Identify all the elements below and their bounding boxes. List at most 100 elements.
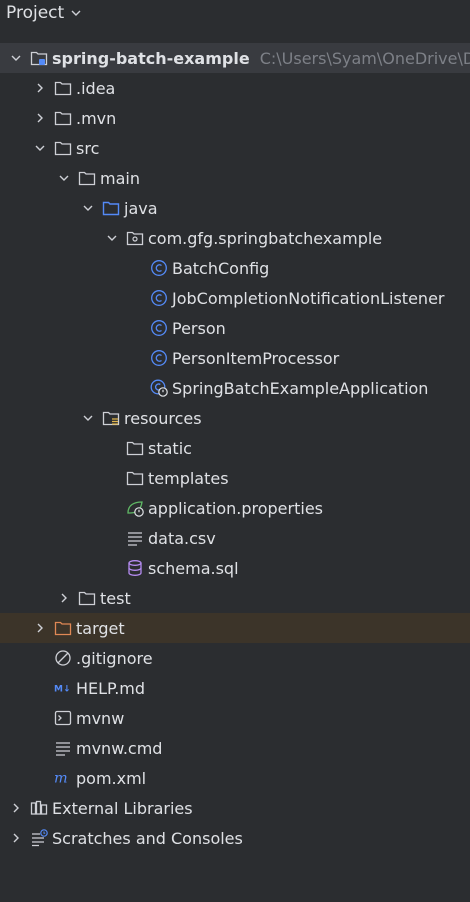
tree-node-person[interactable]: Person xyxy=(0,313,470,343)
tree-node-label: HELP.md xyxy=(76,678,146,698)
tree-node-help-md[interactable]: M↓ HELP.md xyxy=(0,673,470,703)
tree-node-external-libraries[interactable]: External Libraries xyxy=(0,793,470,823)
tree-node-label: mvnw.cmd xyxy=(76,738,163,758)
tree-node-static[interactable]: static xyxy=(0,433,470,463)
tree-node-application-properties[interactable]: application.properties xyxy=(0,493,470,523)
tree-node-java[interactable]: java xyxy=(0,193,470,223)
tree-node-batchconfig[interactable]: BatchConfig xyxy=(0,253,470,283)
tree-node-idea[interactable]: .idea xyxy=(0,73,470,103)
project-path: C:\Users\Syam\OneDrive\De xyxy=(259,48,470,68)
tree-node-label: mvnw xyxy=(76,708,125,728)
folder-icon xyxy=(54,139,72,157)
database-icon xyxy=(126,559,144,577)
tree-node-label: BatchConfig xyxy=(172,258,270,278)
tree-node-src[interactable]: src xyxy=(0,133,470,163)
text-file-icon xyxy=(54,739,72,757)
tree-node-scratches[interactable]: Scratches and Consoles xyxy=(0,823,470,853)
tree-node-label: .gitignore xyxy=(76,648,153,668)
tree-node-label: Person xyxy=(172,318,226,338)
class-icon xyxy=(150,349,168,367)
tree-node-label: pom.xml xyxy=(76,768,147,788)
tree-node-label: com.gfg.springbatchexample xyxy=(148,228,383,248)
chevron-down-icon[interactable] xyxy=(70,7,82,19)
tree-node-label: resources xyxy=(124,408,202,428)
tree-node-gitignore[interactable]: .gitignore xyxy=(0,643,470,673)
tree-node-label: main xyxy=(100,168,140,188)
excluded-folder-icon xyxy=(54,619,72,637)
chevron-right-icon[interactable] xyxy=(8,800,24,816)
tree-node-data-csv[interactable]: data.csv xyxy=(0,523,470,553)
tree-node-mvnw[interactable]: mvnw xyxy=(0,703,470,733)
folder-icon xyxy=(54,109,72,127)
tree-node-label: External Libraries xyxy=(52,798,193,818)
tree-node-mvnw-cmd[interactable]: mvnw.cmd xyxy=(0,733,470,763)
text-file-icon xyxy=(126,529,144,547)
tree-node-label: schema.sql xyxy=(148,558,239,578)
chevron-right-icon[interactable] xyxy=(56,590,72,606)
folder-icon xyxy=(126,439,144,457)
folder-icon xyxy=(126,469,144,487)
chevron-down-icon[interactable] xyxy=(80,200,96,216)
chevron-down-icon[interactable] xyxy=(8,50,24,66)
folder-icon xyxy=(78,169,96,187)
chevron-down-icon[interactable] xyxy=(32,140,48,156)
terminal-icon xyxy=(54,709,72,727)
tree-node-label: static xyxy=(148,438,192,458)
tree-node-label: templates xyxy=(148,468,229,488)
tree-node-label: .mvn xyxy=(76,108,117,128)
chevron-right-icon[interactable] xyxy=(32,80,48,96)
tree-node-label: target xyxy=(76,618,125,638)
tree-node-root[interactable]: spring-batch-example C:\Users\Syam\OneDr… xyxy=(0,43,470,73)
markdown-icon: M↓ xyxy=(54,679,72,697)
scratches-icon xyxy=(30,829,48,847)
tree-node-schema-sql[interactable]: schema.sql xyxy=(0,553,470,583)
source-folder-icon xyxy=(102,199,120,217)
tree-node-label: src xyxy=(76,138,100,158)
spring-properties-icon xyxy=(126,499,144,517)
tree-node-main[interactable]: main xyxy=(0,163,470,193)
maven-icon: m xyxy=(54,769,72,787)
tree-node-label: .idea xyxy=(76,78,116,98)
tree-node-label: Scratches and Consoles xyxy=(52,828,243,848)
tree-node-processor[interactable]: PersonItemProcessor xyxy=(0,343,470,373)
class-icon xyxy=(150,319,168,337)
chevron-right-icon[interactable] xyxy=(32,110,48,126)
project-view-header[interactable]: Project xyxy=(0,0,470,26)
project-tree[interactable]: spring-batch-example C:\Users\Syam\OneDr… xyxy=(0,43,470,853)
tree-node-resources[interactable]: resources xyxy=(0,403,470,433)
tree-node-listener[interactable]: JobCompletionNotificationListener xyxy=(0,283,470,313)
tree-node-label: java xyxy=(124,198,158,218)
package-icon xyxy=(126,229,144,247)
svg-text:m: m xyxy=(54,771,68,787)
resources-folder-icon xyxy=(102,409,120,427)
tree-node-label: spring-batch-example xyxy=(52,48,250,68)
spring-boot-class-icon xyxy=(150,379,168,397)
chevron-down-icon[interactable] xyxy=(104,230,120,246)
class-icon xyxy=(150,259,168,277)
library-icon xyxy=(30,799,48,817)
tree-node-package[interactable]: com.gfg.springbatchexample xyxy=(0,223,470,253)
chevron-right-icon[interactable] xyxy=(8,830,24,846)
tree-node-target[interactable]: target xyxy=(0,613,470,643)
tree-node-pom[interactable]: m pom.xml xyxy=(0,763,470,793)
svg-text:M↓: M↓ xyxy=(54,685,71,695)
chevron-down-icon[interactable] xyxy=(56,170,72,186)
folder-icon xyxy=(54,79,72,97)
tree-node-test[interactable]: test xyxy=(0,583,470,613)
module-folder-icon xyxy=(30,49,48,67)
tree-node-label: PersonItemProcessor xyxy=(172,348,340,368)
folder-icon xyxy=(78,589,96,607)
chevron-down-icon[interactable] xyxy=(80,410,96,426)
tree-node-application[interactable]: SpringBatchExampleApplication xyxy=(0,373,470,403)
tree-node-label: SpringBatchExampleApplication xyxy=(172,378,429,398)
tree-node-label: data.csv xyxy=(148,528,216,548)
project-view-title: Project xyxy=(6,3,65,23)
tree-node-templates[interactable]: templates xyxy=(0,463,470,493)
tree-node-label: JobCompletionNotificationListener xyxy=(172,288,445,308)
tree-node-label: test xyxy=(100,588,131,608)
class-icon xyxy=(150,289,168,307)
tree-node-label: application.properties xyxy=(148,498,323,518)
tree-node-mvn[interactable]: .mvn xyxy=(0,103,470,133)
chevron-right-icon[interactable] xyxy=(32,620,48,636)
ignore-file-icon xyxy=(54,649,72,667)
